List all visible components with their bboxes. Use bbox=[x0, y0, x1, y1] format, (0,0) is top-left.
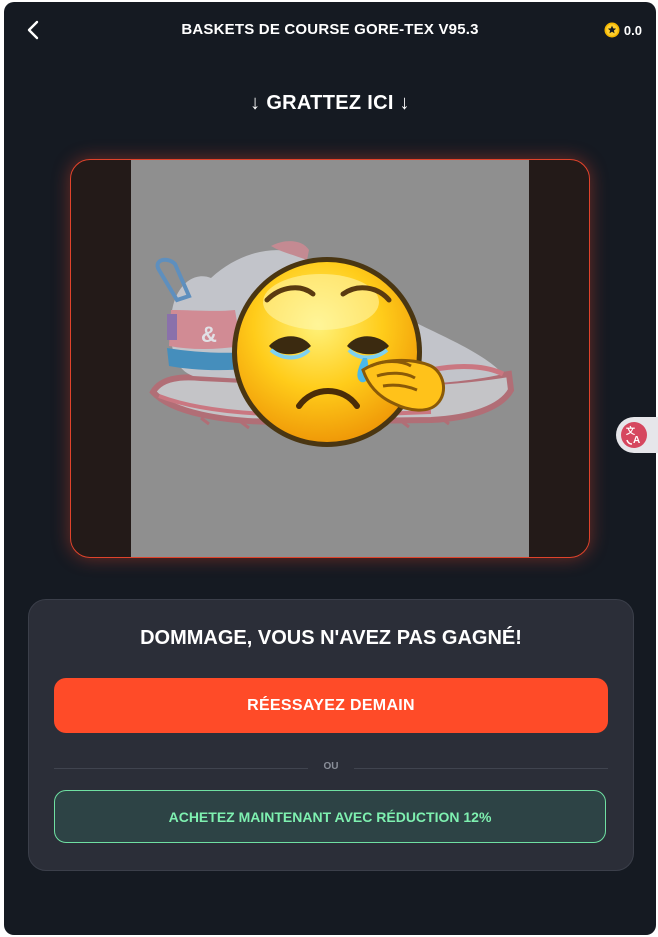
buy-with-discount-button[interactable]: ACHETEZ MAINTENANT AVEC RÉDUCTION 12% bbox=[54, 790, 606, 843]
coin-balance-value: 0.0 bbox=[623, 22, 642, 38]
chevron-left-icon bbox=[27, 20, 39, 40]
or-divider: OU bbox=[54, 761, 608, 775]
header: BASKETS DE COURSE GORE-TEX V95.3 0.0 bbox=[4, 2, 656, 58]
scratch-area[interactable]: & bbox=[131, 160, 529, 557]
result-panel: DOMMAGE, VOUS N'AVEZ PAS GAGNÉ! RÉESSAYE… bbox=[28, 599, 634, 871]
or-label: OU bbox=[323, 761, 339, 772]
page-title: BASKETS DE COURSE GORE-TEX V95.3 bbox=[181, 21, 479, 38]
scratch-prompt: ↓ GRATTEZ ICI ↓ bbox=[250, 92, 410, 114]
scratch-card[interactable]: & bbox=[70, 159, 590, 558]
retry-tomorrow-button[interactable]: RÉESSAYEZ DEMAIN bbox=[54, 678, 608, 733]
svg-text:&: & bbox=[201, 322, 217, 347]
divider-line-right bbox=[354, 768, 608, 769]
translate-button[interactable]: 文 A bbox=[616, 417, 658, 453]
shoe-image: & bbox=[149, 241, 515, 447]
svg-text:A: A bbox=[633, 435, 640, 446]
translate-icon: 文 A bbox=[621, 422, 647, 448]
star-coin-icon bbox=[604, 22, 620, 38]
coin-balance: 0.0 bbox=[604, 22, 642, 38]
back-button[interactable] bbox=[22, 18, 46, 42]
app-screen: BASKETS DE COURSE GORE-TEX V95.3 0.0 ↓ G… bbox=[4, 2, 656, 935]
result-title: DOMMAGE, VOUS N'AVEZ PAS GAGNÉ! bbox=[140, 627, 522, 649]
